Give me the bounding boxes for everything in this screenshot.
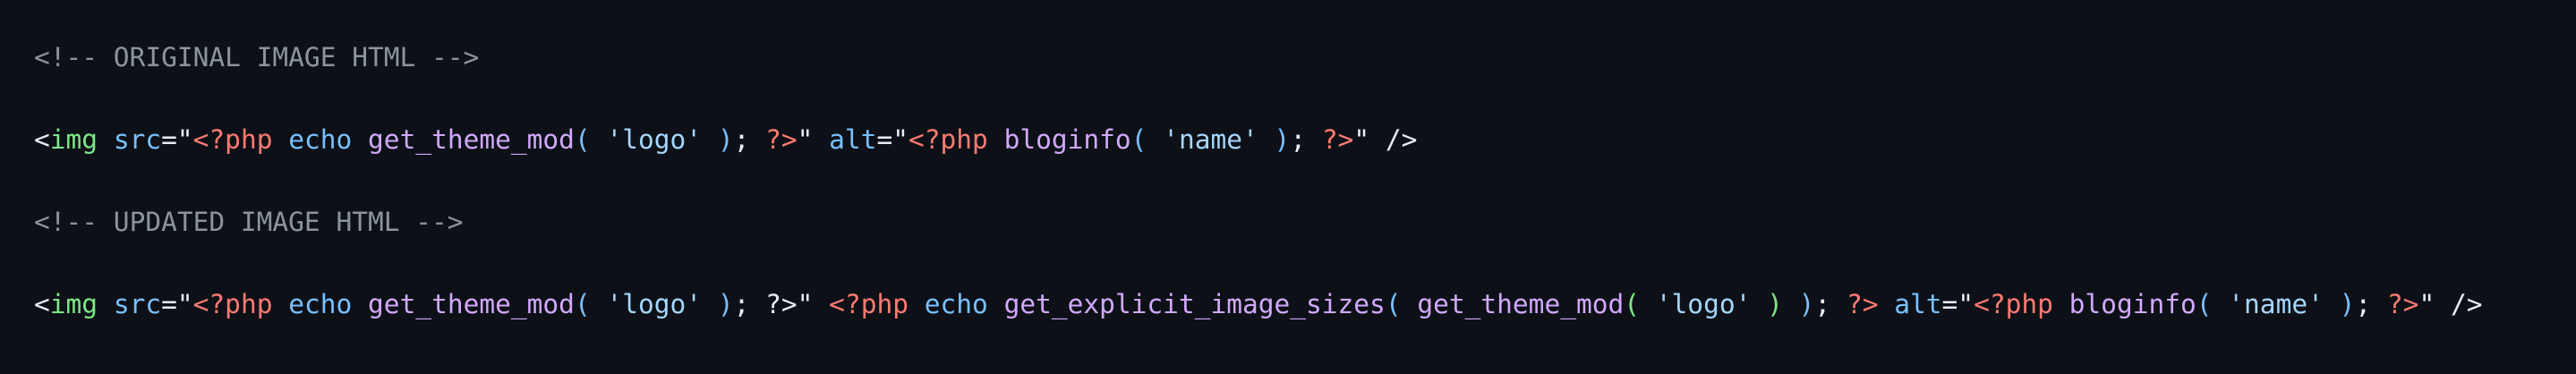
token-lt: <: [34, 124, 50, 155]
token-str-name: 'name': [2228, 289, 2324, 319]
token-semicolon: ;: [2355, 289, 2372, 319]
token-tag-img: img: [49, 124, 98, 155]
token-paren-open: (: [1385, 289, 1402, 319]
token-attr-alt: alt: [1894, 289, 1942, 319]
token-php-close: ?>: [1846, 289, 1879, 319]
token-paren-open: (: [2196, 289, 2213, 319]
token-self-close: />: [2450, 289, 2483, 319]
token-quote: ": [797, 289, 814, 319]
token-php-close: ?>: [1321, 124, 1354, 155]
token-php-open: <?php: [829, 289, 908, 319]
token-eq-quote: =": [161, 124, 193, 155]
token-echo: echo: [288, 289, 353, 319]
token-str-logo: 'logo': [1655, 289, 1752, 319]
token-fn-bloginfo: bloginfo: [2068, 289, 2196, 319]
token-echo: echo: [288, 124, 353, 155]
token-paren-close: ): [717, 289, 734, 319]
token-fn-get-explicit-image-sizes: get_explicit_image_sizes: [1003, 289, 1386, 319]
token-str-name: 'name': [1163, 124, 1258, 155]
token-paren-close: ): [1274, 124, 1291, 155]
token-semicolon: ;: [733, 124, 750, 155]
token-paren-open: (: [1130, 124, 1147, 155]
token-paren-close: ): [1798, 289, 1815, 319]
token-paren-close: ): [717, 124, 734, 155]
code-line-updated: <img src="<?php echo get_theme_mod( 'log…: [34, 286, 2483, 322]
token-php-open: <?php: [908, 124, 988, 155]
token-fn-get-theme-mod: get_theme_mod: [1417, 289, 1625, 319]
token-php-close: ?>: [765, 124, 798, 155]
token-php-open: <?php: [1974, 289, 2053, 319]
code-line-original: <img src="<?php echo get_theme_mod( 'log…: [34, 122, 1417, 157]
token-attr-alt: alt: [829, 124, 877, 155]
token-php-close-plain: ?>: [765, 289, 798, 319]
token-semicolon: ;: [1290, 124, 1307, 155]
token-quote: ": [2418, 289, 2435, 319]
token-attr-src: src: [113, 124, 162, 155]
token-quote: ": [1353, 124, 1370, 155]
token-fn-bloginfo: bloginfo: [1003, 124, 1131, 155]
token-lt: <: [34, 289, 50, 319]
code-block: <!-- ORIGINAL IMAGE HTML --> <img src="<…: [0, 0, 2576, 374]
token-php-open: <?php: [192, 289, 273, 319]
token-paren-close-inner: ): [1767, 289, 1783, 319]
comment-original: <!-- ORIGINAL IMAGE HTML -->: [34, 42, 480, 72]
token-fn-get-theme-mod: get_theme_mod: [368, 124, 575, 155]
token-self-close: />: [1385, 124, 1418, 155]
token-str-logo: 'logo': [606, 124, 703, 155]
token-fn-get-theme-mod: get_theme_mod: [368, 289, 575, 319]
token-semicolon: ;: [733, 289, 750, 319]
token-php-open: <?php: [192, 124, 273, 155]
token-eq-quote: =": [161, 289, 193, 319]
token-paren-open-inner: (: [1624, 289, 1641, 319]
token-eq-quote: =": [876, 124, 908, 155]
token-php-close: ?>: [2386, 289, 2419, 319]
token-paren-close: ): [2339, 289, 2356, 319]
token-paren-open: (: [574, 124, 591, 155]
comment-updated: <!-- UPDATED IMAGE HTML -->: [34, 207, 464, 237]
token-echo: echo: [924, 289, 988, 319]
token-paren-open: (: [574, 289, 591, 319]
token-str-logo: 'logo': [606, 289, 703, 319]
token-tag-img: img: [49, 289, 98, 319]
token-attr-src: src: [113, 289, 162, 319]
token-semicolon: ;: [1814, 289, 1831, 319]
token-quote: ": [797, 124, 814, 155]
token-eq-quote: =": [1941, 289, 1975, 319]
